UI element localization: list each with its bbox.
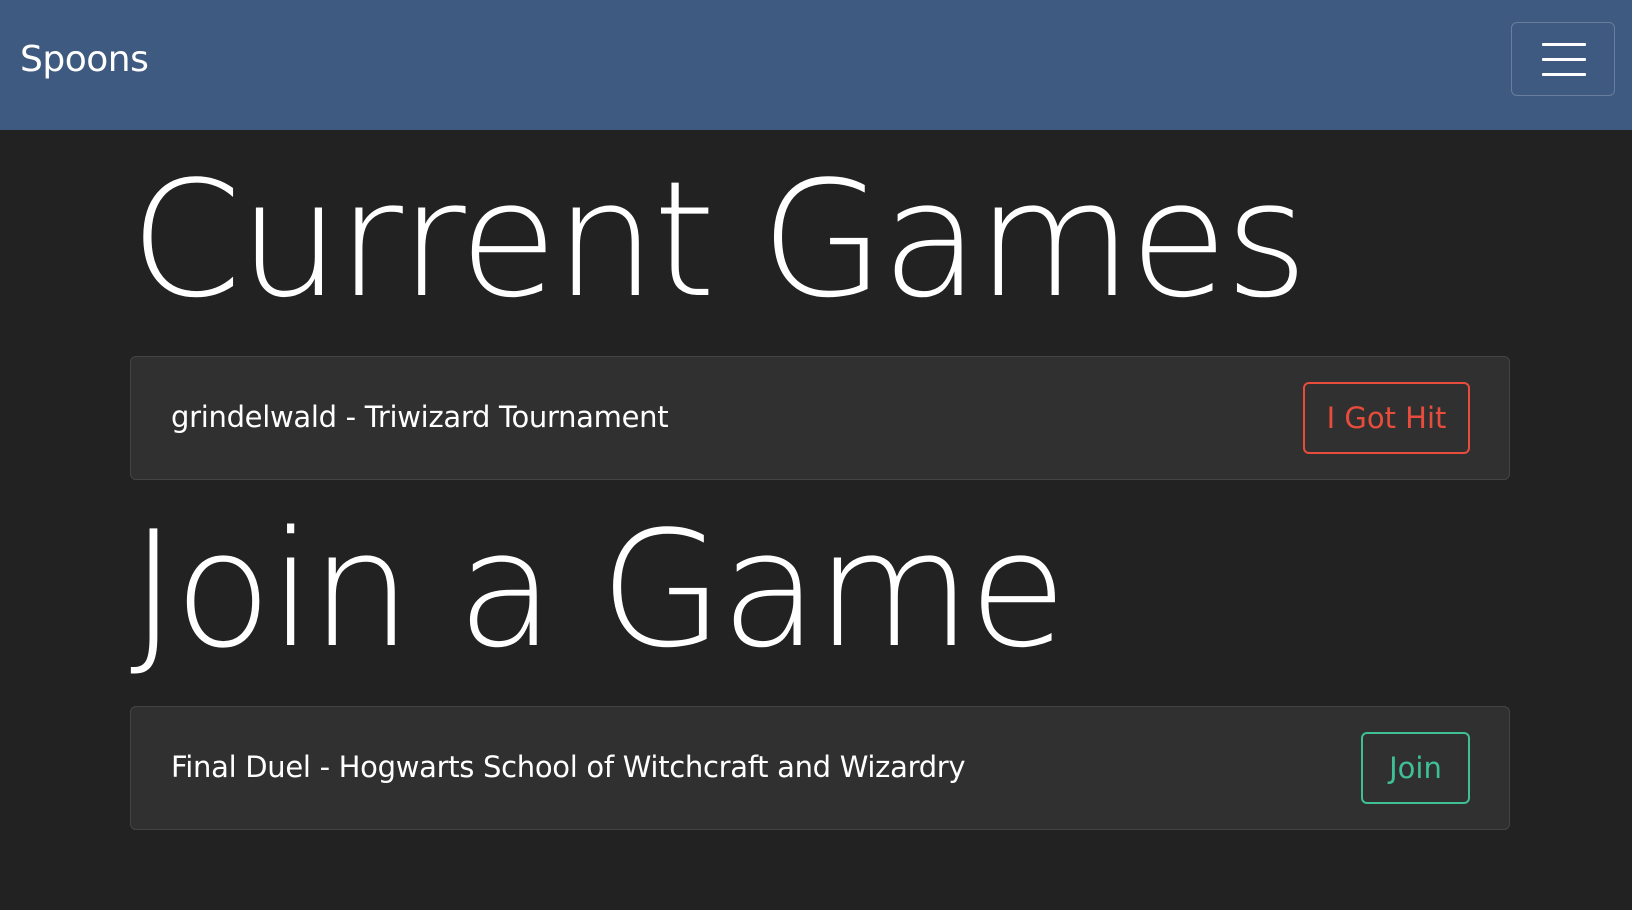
navbar: Spoons — [0, 0, 1632, 130]
navbar-toggle-button[interactable] — [1511, 22, 1615, 96]
current-game-label: grindelwald - Triwizard Tournament — [171, 400, 669, 434]
hamburger-menu-icon — [1542, 58, 1586, 61]
join-game-heading: Join a Game — [130, 496, 1067, 683]
join-button[interactable]: Join — [1361, 732, 1470, 804]
current-game-card: grindelwald - Triwizard Tournament I Got… — [130, 356, 1510, 480]
brand-logo[interactable]: Spoons — [20, 38, 149, 82]
hamburger-menu-icon — [1542, 73, 1586, 76]
hamburger-menu-icon — [1542, 43, 1586, 46]
current-games-heading: Current Games — [130, 146, 1308, 333]
join-game-label: Final Duel - Hogwarts School of Witchcra… — [171, 750, 966, 784]
i-got-hit-button[interactable]: I Got Hit — [1303, 382, 1470, 454]
join-game-card: Final Duel - Hogwarts School of Witchcra… — [130, 706, 1510, 830]
